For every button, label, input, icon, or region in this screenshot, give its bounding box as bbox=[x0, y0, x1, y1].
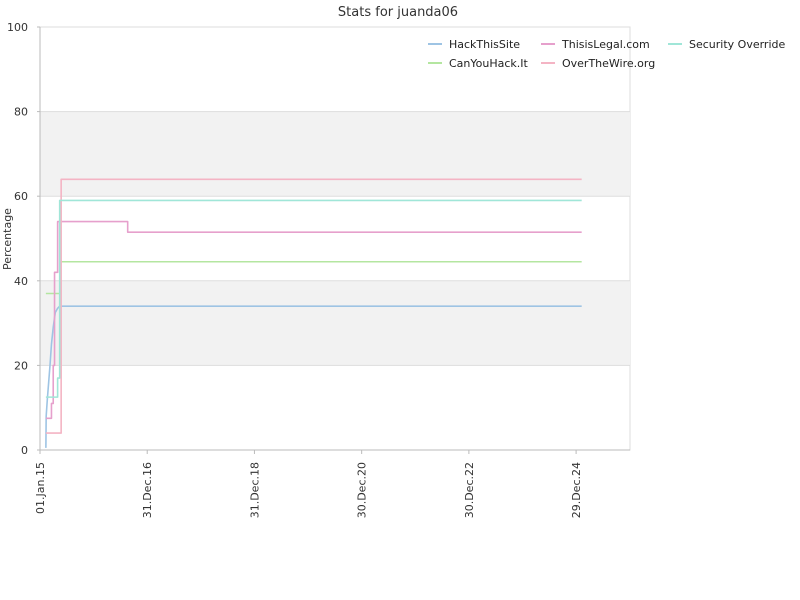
y-tick-label: 60 bbox=[14, 190, 28, 203]
x-tick-label: 29.Dec.24 bbox=[570, 462, 583, 518]
y-tick-label: 100 bbox=[7, 21, 28, 34]
legend-label: CanYouHack.It bbox=[449, 57, 529, 70]
y-tick-label: 40 bbox=[14, 275, 28, 288]
x-tick-label: 30.Dec.22 bbox=[463, 462, 476, 518]
legend-label: ThisisLegal.com bbox=[561, 38, 650, 51]
x-tick-label: 01.Jan.15 bbox=[34, 462, 47, 514]
x-tick-label: 31.Dec.18 bbox=[248, 462, 261, 518]
plot-frame bbox=[39, 26, 631, 451]
plot-band bbox=[40, 280, 630, 366]
y-tick-label: 80 bbox=[14, 106, 28, 119]
y-tick-label: 0 bbox=[21, 444, 28, 457]
chart-title: Stats for juanda06 bbox=[338, 5, 458, 20]
plot-background bbox=[39, 26, 631, 451]
x-tick-label: 30.Dec.20 bbox=[356, 462, 369, 518]
y-axis-label: Percentage bbox=[1, 208, 14, 270]
plot-band bbox=[40, 111, 630, 197]
y-tick-label: 20 bbox=[14, 359, 28, 372]
line-chart: 0 20 40 60 80 100 01.Jan.15 31.Dec.16 31.Dec.18 3… bbox=[1, 5, 785, 518]
legend-label: Security Override bbox=[689, 38, 785, 51]
legend-label: OverTheWire.org bbox=[562, 57, 655, 70]
x-tick-label: 31.Dec.16 bbox=[141, 462, 154, 518]
legend-label: HackThisSite bbox=[449, 38, 520, 51]
chart-container: 0 20 40 60 80 100 01.Jan.15 31.Dec.16 31.Dec.18 3… bbox=[0, 0, 800, 600]
